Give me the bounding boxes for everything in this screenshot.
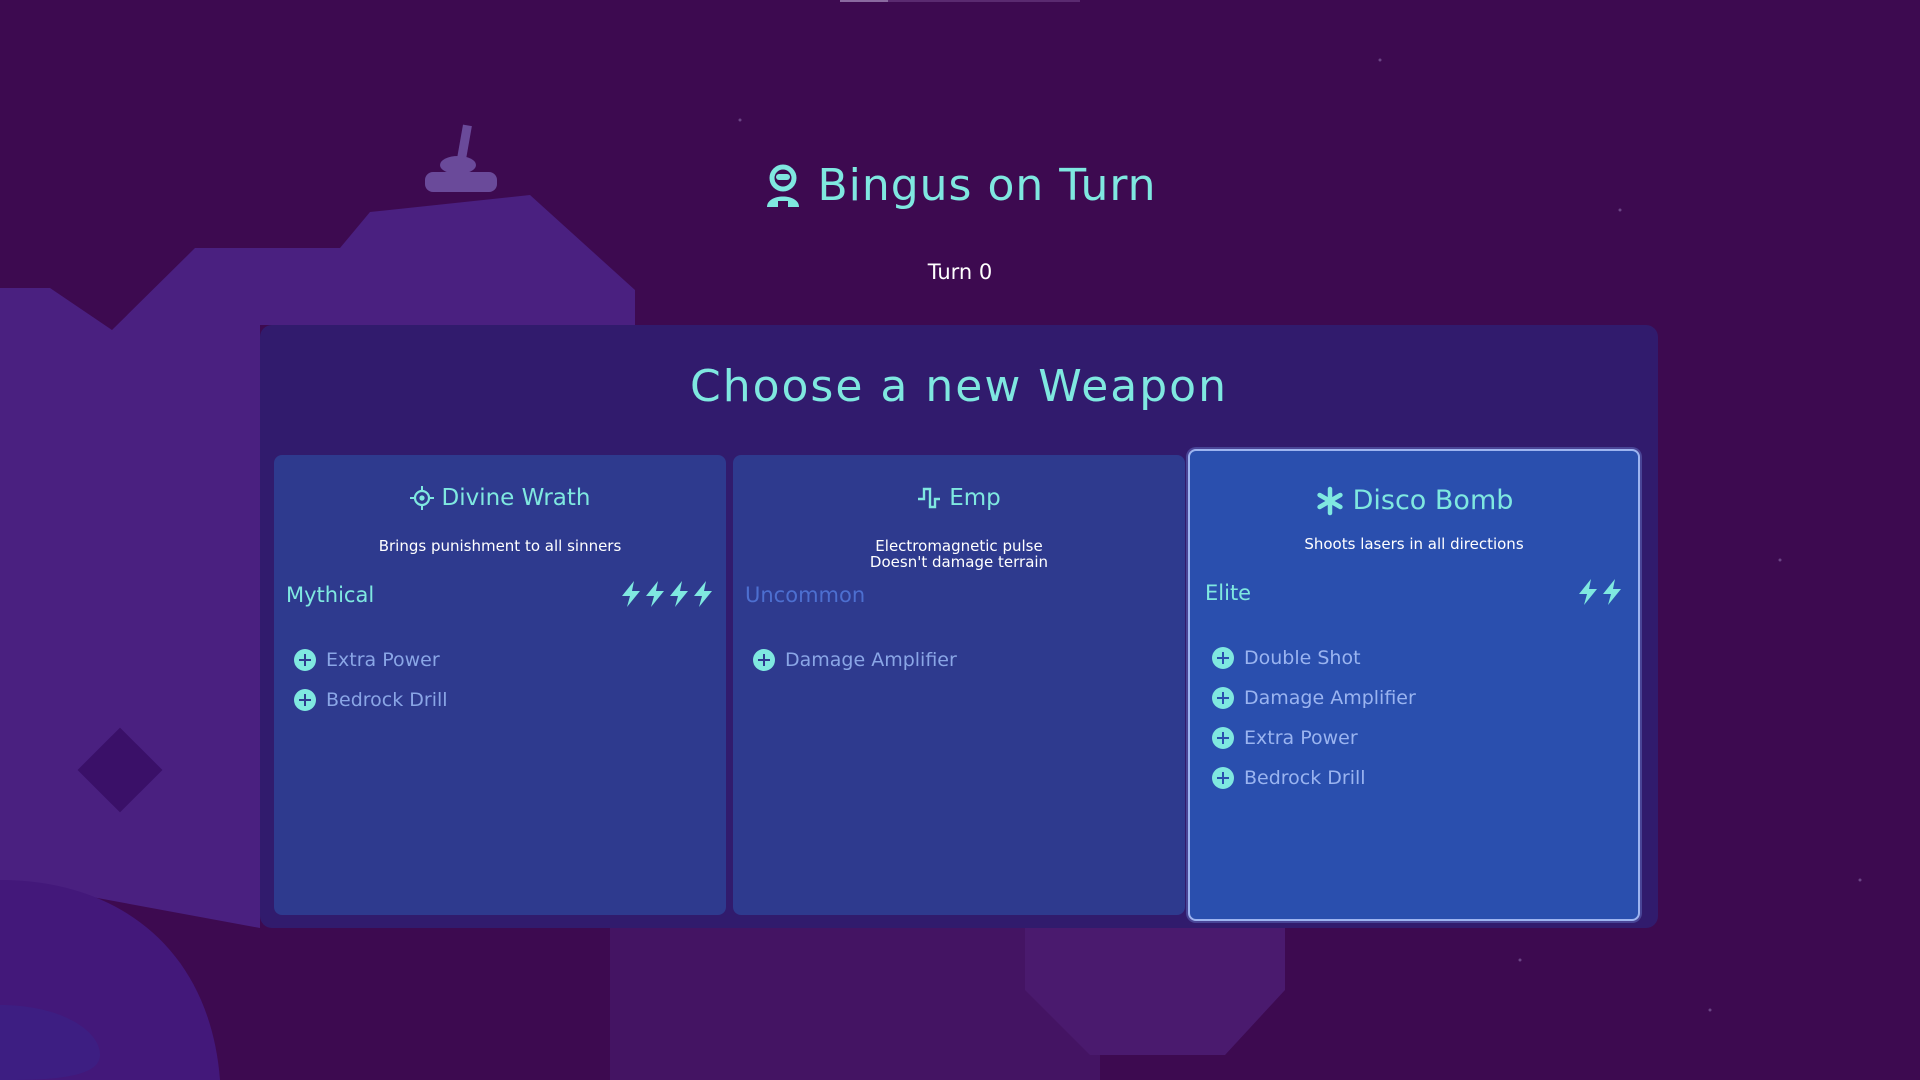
upgrade-label: Damage Amplifier — [1244, 687, 1416, 709]
plus-circle-icon — [1212, 727, 1234, 749]
plus-circle-icon — [1212, 767, 1234, 789]
crosshair-icon — [409, 486, 434, 510]
lightning-bolt-icon — [670, 581, 688, 607]
power-level-indicator — [1577, 579, 1623, 605]
lightning-bolt-icon — [1603, 579, 1621, 605]
plus-circle-icon — [1212, 687, 1234, 709]
asterisk-icon — [1316, 486, 1343, 515]
progress-bar-top — [840, 0, 1080, 2]
upgrade-item: Extra Power — [1212, 718, 1416, 758]
upgrade-label: Bedrock Drill — [1244, 767, 1366, 789]
upgrade-item: Bedrock Drill — [1212, 758, 1416, 798]
upgrade-label: Extra Power — [326, 649, 440, 671]
weapon-name: Divine Wrath — [441, 485, 591, 511]
upgrade-list: Extra Power Bedrock Drill — [294, 640, 448, 720]
power-level-indicator — [620, 581, 714, 607]
upgrade-list: Damage Amplifier — [753, 640, 957, 680]
panel-title: Choose a new Weapon — [689, 361, 1228, 412]
description-line: Brings punishment to all sinners — [378, 537, 622, 555]
plus-circle-icon — [294, 689, 316, 711]
player-avatar-icon — [767, 164, 800, 207]
upgrade-item: Damage Amplifier — [1212, 678, 1416, 718]
rarity-label: Elite — [1205, 581, 1252, 605]
turn-header: Bingus on Turn — [0, 160, 1920, 211]
upgrade-label: Damage Amplifier — [785, 649, 957, 671]
weapon-name: Emp — [949, 485, 1001, 511]
weapon-name-row: Disco Bomb — [1190, 485, 1638, 516]
upgrade-label: Double Shot — [1244, 647, 1361, 669]
weapon-description: Brings punishment to all sinners — [274, 538, 726, 554]
pulse-icon — [918, 487, 941, 509]
rarity-label: Uncommon — [745, 583, 866, 607]
weapon-description: Electromagnetic pulse Doesn't damage ter… — [733, 538, 1185, 570]
plus-circle-icon — [294, 649, 316, 671]
upgrade-item: Damage Amplifier — [753, 640, 957, 680]
upgrade-label: Extra Power — [1244, 727, 1358, 749]
upgrade-item: Double Shot — [1212, 638, 1416, 678]
weapon-select-panel: Choose a new Weapon Divine Wrath Brings … — [260, 325, 1658, 928]
weapon-name-row: Emp — [733, 485, 1185, 511]
weapon-card-emp[interactable]: Emp Electromagnetic pulse Doesn't damage… — [733, 455, 1185, 915]
upgrade-label: Bedrock Drill — [326, 689, 448, 711]
lightning-bolt-icon — [646, 581, 664, 607]
turn-counter: Turn 0 — [927, 260, 993, 284]
description-line: Doesn't damage terrain — [869, 553, 1049, 571]
weapon-card-divine-wrath[interactable]: Divine Wrath Brings punishment to all si… — [274, 455, 726, 915]
description-line: Electromagnetic pulse — [875, 537, 1043, 555]
weapon-description: Shoots lasers in all directions — [1190, 536, 1638, 552]
weapon-name-row: Divine Wrath — [274, 485, 726, 511]
plus-circle-icon — [753, 649, 775, 671]
lightning-bolt-icon — [622, 581, 640, 607]
description-line: Shoots lasers in all directions — [1304, 535, 1524, 553]
upgrade-list: Double Shot Damage Amplifier Extra Power… — [1212, 638, 1416, 798]
weapon-name: Disco Bomb — [1352, 485, 1514, 516]
upgrade-item: Bedrock Drill — [294, 680, 448, 720]
plus-circle-icon — [1212, 647, 1234, 669]
lightning-bolt-icon — [694, 581, 712, 607]
player-turn-title: Bingus on Turn — [817, 160, 1157, 211]
lightning-bolt-icon — [1579, 579, 1597, 605]
weapon-card-disco-bomb[interactable]: Disco Bomb Shoots lasers in all directio… — [1188, 449, 1640, 921]
upgrade-item: Extra Power — [294, 640, 448, 680]
rarity-label: Mythical — [286, 583, 375, 607]
